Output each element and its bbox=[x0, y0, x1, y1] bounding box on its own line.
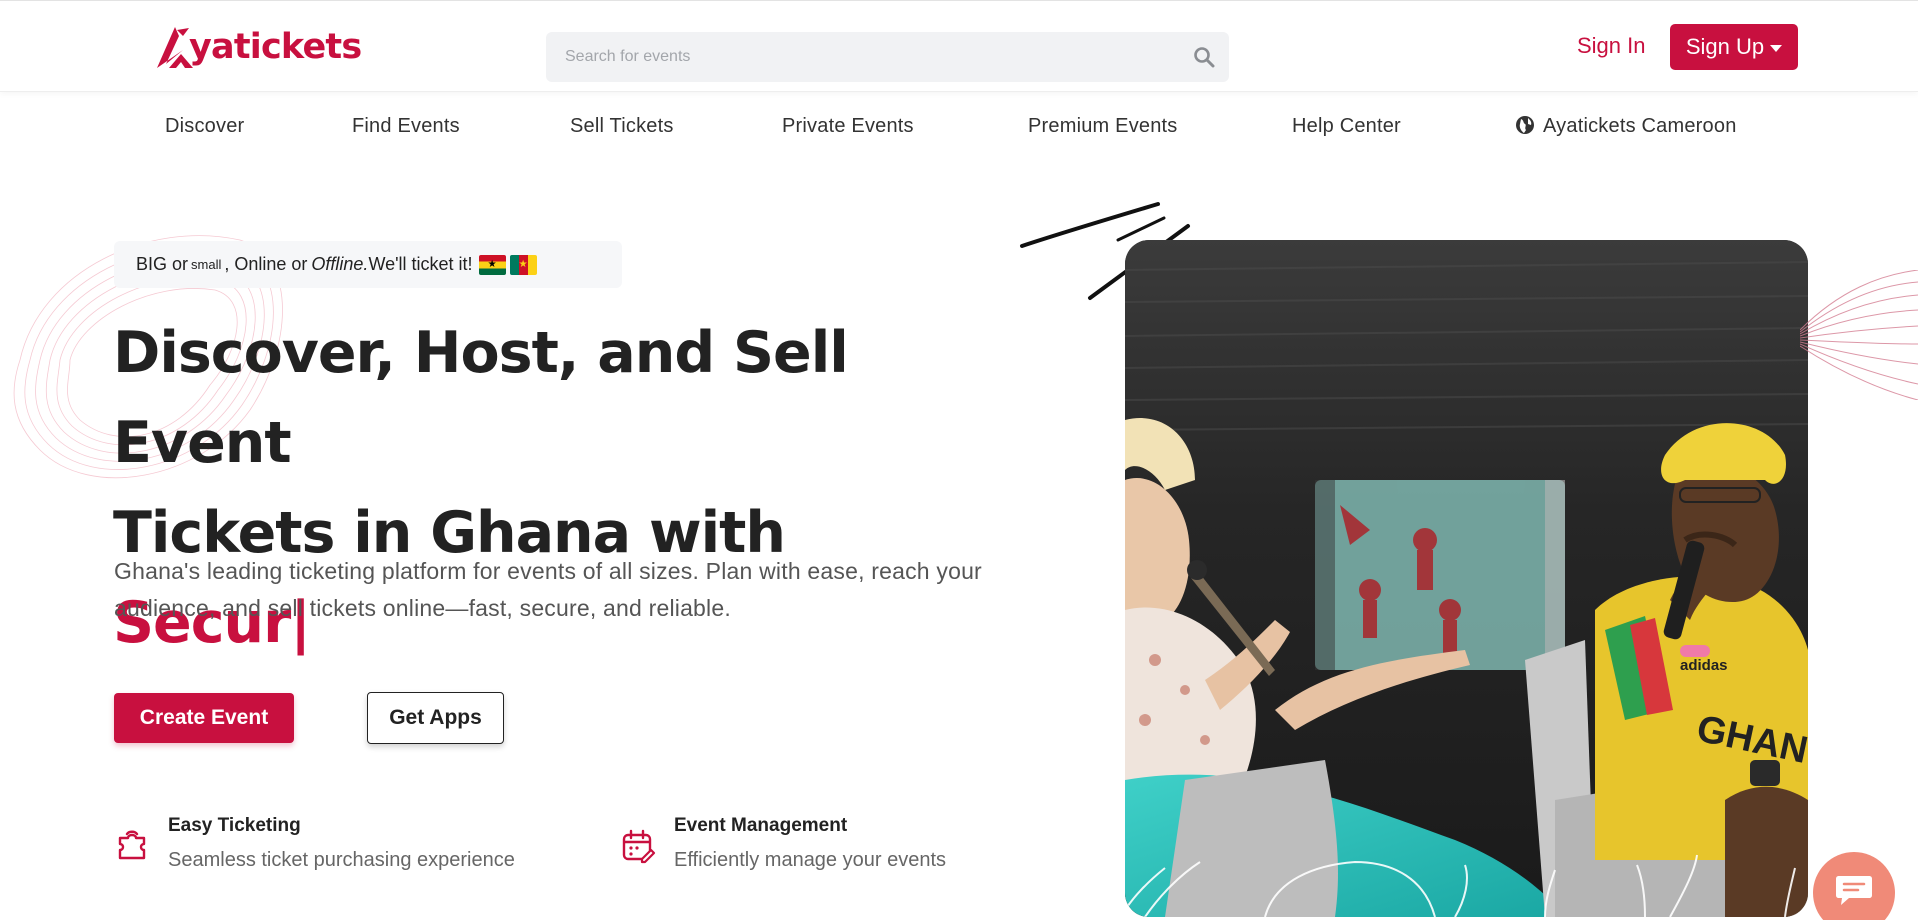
ticket-icon bbox=[114, 828, 150, 869]
cameroon-flag-icon bbox=[509, 254, 537, 275]
tagline-online: , Online or bbox=[224, 254, 308, 274]
hero-description: Ghana's leading ticketing platform for e… bbox=[114, 558, 982, 621]
nav-item-help-center[interactable]: Help Center bbox=[1292, 110, 1401, 142]
ayatickets-logo[interactable]: yatickets bbox=[155, 19, 362, 75]
headline-line-1: Discover, Host, and Sell Event bbox=[113, 320, 849, 476]
sign-up-button[interactable]: Sign Up bbox=[1670, 24, 1798, 70]
hero-event-photo: adidas GHAN bbox=[1125, 240, 1808, 917]
nav-item-discover[interactable]: Discover bbox=[165, 110, 244, 142]
feature-description: Seamless ticket purchasing experience bbox=[168, 849, 515, 871]
chat-support-button[interactable] bbox=[1813, 852, 1895, 920]
site-header: yatickets Sign In Sign Up bbox=[0, 0, 1918, 92]
feature-title: Event Management bbox=[674, 815, 848, 836]
get-apps-button[interactable]: Get Apps bbox=[367, 692, 504, 744]
decorative-fan-lines bbox=[1800, 270, 1918, 400]
event-photo-illustration: adidas GHAN bbox=[1125, 240, 1808, 917]
ghana-flag-icon bbox=[478, 254, 506, 275]
chat-icon bbox=[1836, 876, 1872, 905]
main-nav: Discover Find Events Sell Tickets Privat… bbox=[0, 110, 1918, 142]
tagline-offline: Offline. bbox=[311, 254, 369, 274]
sign-up-label: Sign Up bbox=[1685, 34, 1765, 59]
feature-event-management: Event Management Efficiently manage your… bbox=[620, 815, 1040, 895]
globe-icon bbox=[1515, 115, 1535, 135]
nav-item-country-switch[interactable]: Ayatickets Cameroon bbox=[1515, 110, 1737, 142]
feature-title: Easy Ticketing bbox=[168, 815, 301, 836]
search-input[interactable] bbox=[546, 32, 1179, 82]
svg-text:adidas: adidas bbox=[1680, 657, 1728, 674]
nav-item-private-events[interactable]: Private Events bbox=[782, 110, 914, 142]
logo-wordmark: yatickets bbox=[189, 26, 362, 67]
hero-tagline: BIG or small , Online or Offline. We'll … bbox=[114, 241, 622, 288]
create-event-button[interactable]: Create Event bbox=[114, 693, 294, 743]
country-label: Ayatickets Cameroon bbox=[1543, 115, 1737, 137]
search-icon[interactable] bbox=[1179, 32, 1229, 82]
tagline-big: BIG or bbox=[136, 254, 189, 274]
sign-in-link[interactable]: Sign In bbox=[1577, 29, 1646, 63]
nav-item-sell-tickets[interactable]: Sell Tickets bbox=[570, 110, 674, 142]
search-bar bbox=[546, 32, 1229, 82]
tagline-small: small bbox=[191, 257, 222, 272]
nav-item-premium-events[interactable]: Premium Events bbox=[1028, 110, 1178, 142]
feature-description: Efficiently manage your events bbox=[674, 849, 947, 871]
caret-down-icon bbox=[1770, 44, 1783, 52]
feature-easy-ticketing: Easy Ticketing Seamless ticket purchasin… bbox=[114, 815, 574, 895]
tagline-ticket: We'll ticket it! bbox=[368, 254, 473, 274]
nav-item-find-events[interactable]: Find Events bbox=[352, 110, 460, 142]
calendar-edit-icon bbox=[620, 828, 656, 869]
